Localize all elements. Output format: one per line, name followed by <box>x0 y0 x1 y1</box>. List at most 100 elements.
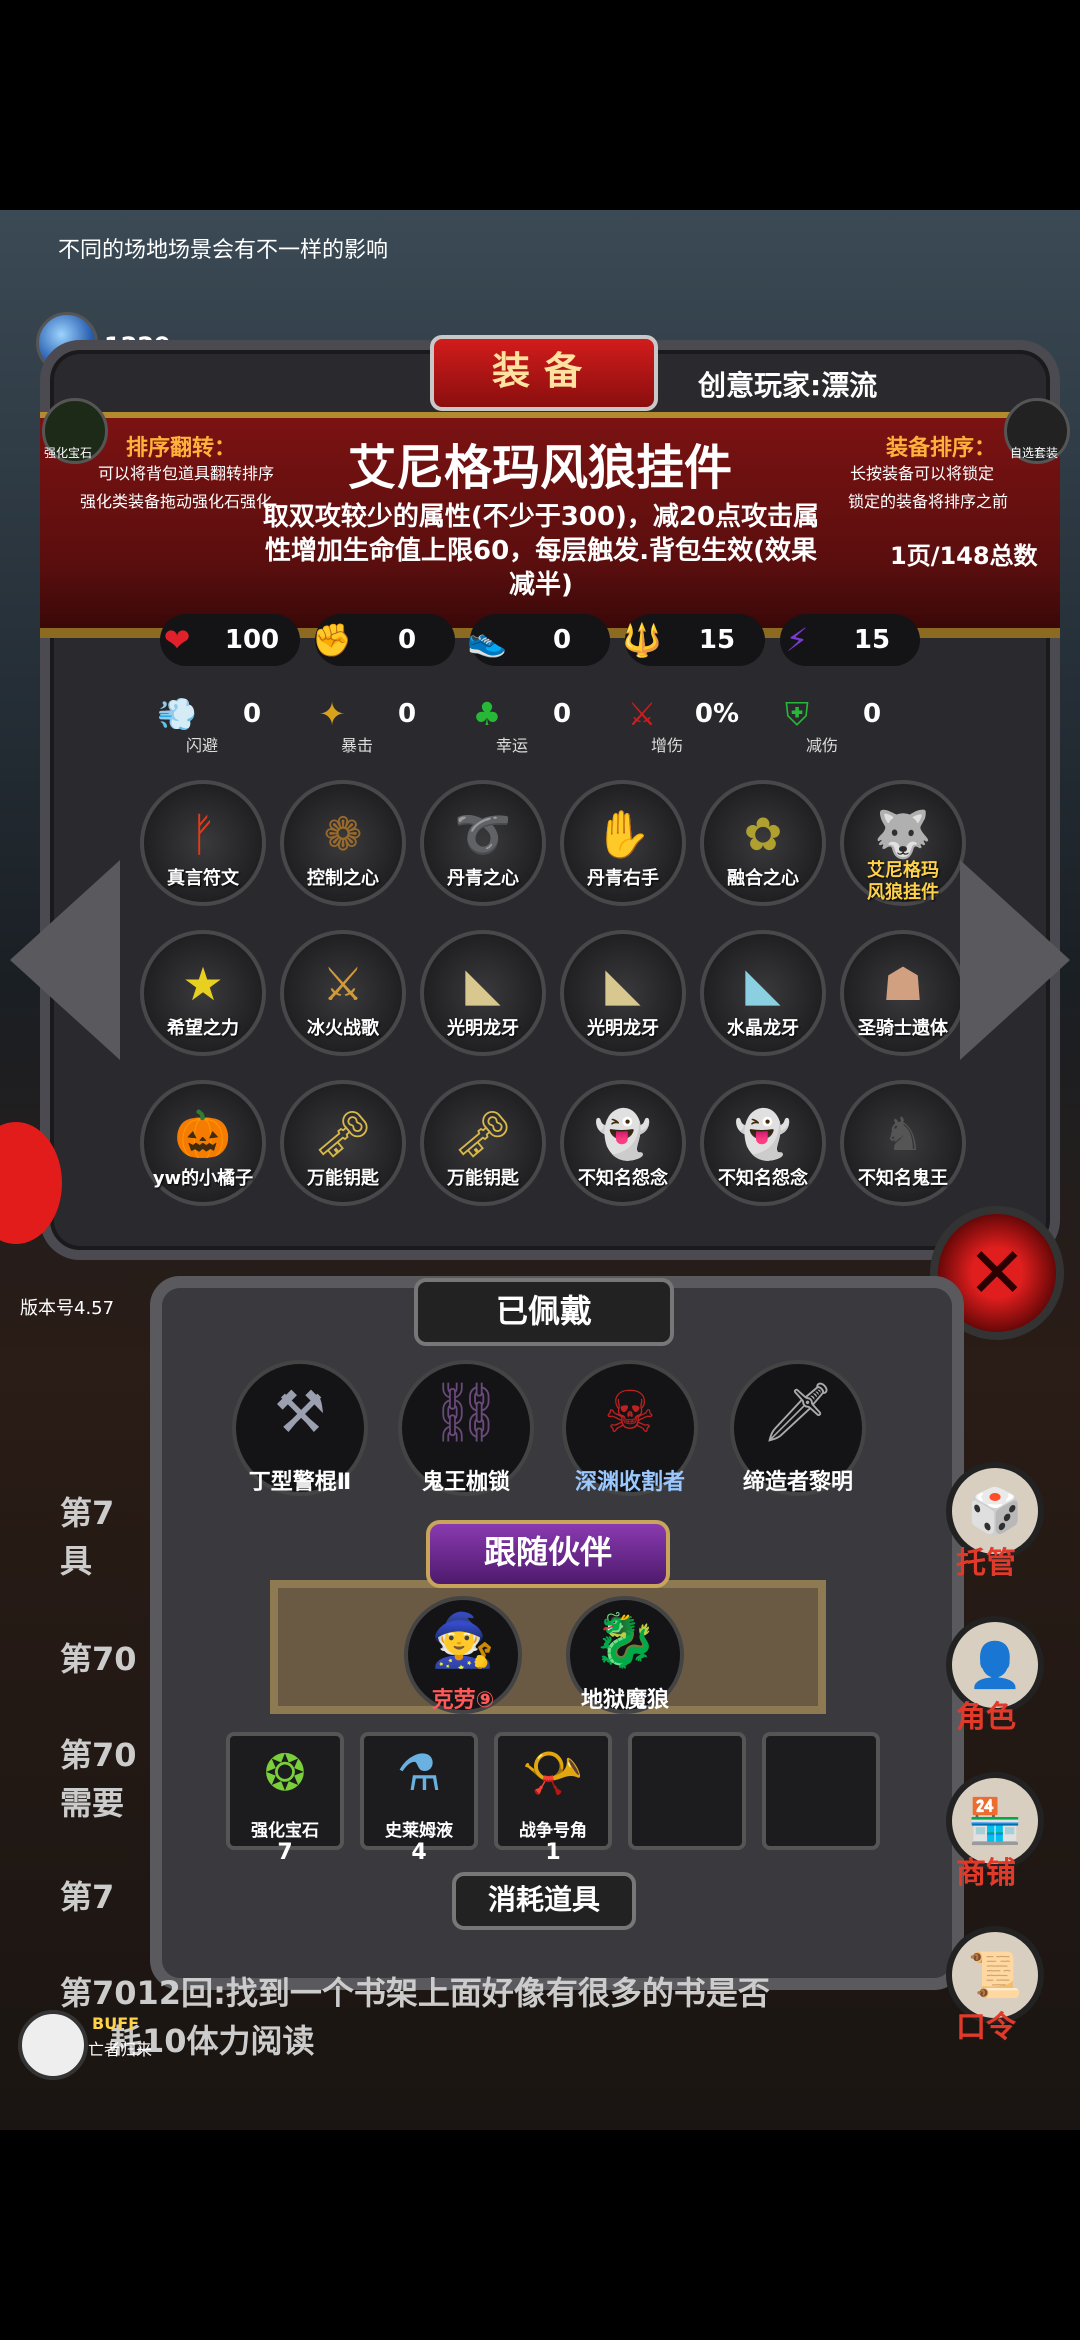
equipment-slot[interactable]: ➰ 丹青之心 <box>420 780 546 906</box>
consumable-slot[interactable]: ⚗ 史莱姆液 4 <box>360 1732 478 1865</box>
substat-label: 增伤 <box>651 736 684 755</box>
buff-subtitle: 亡者归来 <box>88 2040 153 2059</box>
story-line4: 第7 <box>60 1878 115 1916</box>
equipment-slot[interactable]: ᚠ 真言符文 <box>140 780 266 906</box>
substat-1: ✦ 0 <box>315 688 455 740</box>
equipment-slot[interactable]: 👻 不知名怨念 <box>700 1080 826 1206</box>
side-menu-label: 托管 <box>956 1546 1016 1581</box>
stat-0: ❤ 100 <box>160 614 300 666</box>
equipment-item-icon: ★ <box>182 957 224 1011</box>
substat-4: ⛨ 0 <box>780 688 920 740</box>
stat-value: 0 <box>397 625 417 655</box>
equipment-slot[interactable]: ✋ 丹青右手 <box>560 780 686 906</box>
equipment-item-name: 不知名怨念 <box>718 1168 808 1189</box>
consumable-slot[interactable] <box>762 1732 880 1850</box>
equipment-slot[interactable]: 👻 不知名怨念 <box>560 1080 686 1206</box>
side-menu-label: 商铺 <box>956 1856 1016 1891</box>
companion-icon: 🐉 <box>592 1611 658 1671</box>
equipment-item-icon: ᚠ <box>189 807 217 861</box>
equipment-item-icon: ✿ <box>743 807 783 861</box>
substat-0: 💨 0 <box>157 688 300 740</box>
equipment-slot[interactable]: ☗ 圣骑士遗体 <box>840 930 966 1056</box>
heart-icon: ❤ <box>163 621 191 659</box>
magic-staff-icon: 🔱 <box>622 621 662 659</box>
equipment-item-name: yw的小橘子 <box>152 1168 254 1189</box>
consumable-name: 史莱姆液 <box>385 1821 453 1841</box>
consumable-icon: ⚗ <box>396 1744 442 1802</box>
companion-icon: 🧙 <box>430 1611 496 1671</box>
substat-2: ♣ 0 <box>470 688 610 740</box>
equipment-item-name: 丹青右手 <box>587 868 659 889</box>
companion-name: 克劳⑨ <box>431 1688 495 1713</box>
prev-page-arrow[interactable] <box>10 860 120 1060</box>
companion-slot[interactable]: 🧙 克劳⑨ <box>404 1596 522 1714</box>
sort-flip-title: 排序翻转： <box>126 436 237 461</box>
stat-value: 15 <box>698 625 736 655</box>
substat-label: 闪避 <box>186 736 219 755</box>
panel-title: 装备 <box>430 335 658 411</box>
side-menu-icon: 👤 <box>967 1640 1023 1691</box>
equipment-item-icon: 🎃 <box>174 1106 232 1161</box>
consumable-icon <box>652 1744 722 1814</box>
page-info: 1页/148总数 <box>890 542 1038 570</box>
close-icon: ✕ <box>967 1232 1027 1314</box>
story-line2: 第70 <box>60 1640 137 1678</box>
equipment-slot[interactable]: ◣ 光明龙牙 <box>560 930 686 1056</box>
worn-item-slot[interactable]: ☠ 深渊收割者 <box>562 1360 698 1496</box>
equipment-item-icon: 👻 <box>734 1106 792 1161</box>
consumable-slot[interactable]: 📯 战争号角 1 <box>494 1732 612 1865</box>
equipment-item-icon: ❁ <box>323 807 363 861</box>
worn-item-name: 深渊收割者 <box>574 1470 685 1495</box>
substat-label: 减伤 <box>806 736 839 755</box>
worn-title: 已佩戴 <box>414 1278 674 1346</box>
equipment-slot[interactable]: ◣ 水晶龙牙 <box>700 930 826 1056</box>
worn-item-slot[interactable]: ⚒ 丁型警棍Ⅱ <box>232 1360 368 1496</box>
equipment-slot[interactable]: ♞ 不知名鬼王 <box>840 1080 966 1206</box>
buff-skull-icon[interactable] <box>18 2010 88 2080</box>
equipment-slot[interactable]: ◣ 光明龙牙 <box>420 930 546 1056</box>
story-line5: 第7012回:找到一个书架上面好像有很多的书是否 <box>60 1974 770 2012</box>
selected-item-description: 取双攻较少的属性(不少于300)，减20点攻击属性增加生命值上限60，每层触发.… <box>262 502 820 600</box>
equipment-item-name: 希望之力 <box>167 1018 239 1039</box>
equipment-item-name: 光明龙牙 <box>447 1018 519 1039</box>
equipment-item-name: 真言符文 <box>167 868 239 889</box>
equipment-slot[interactable]: 🗝 万能钥匙 <box>420 1080 546 1206</box>
story-line1b: 具 <box>60 1542 93 1580</box>
companion-slot[interactable]: 🐉 地狱魔狼 <box>566 1596 684 1714</box>
player-label: 创意玩家:漂流 <box>698 369 878 402</box>
equipment-item-icon: ➰ <box>454 806 512 861</box>
equipment-item-name: 艾尼格玛 风狼挂件 <box>867 860 939 903</box>
buff-title: BUFF <box>92 2014 140 2033</box>
consumable-slot[interactable]: ❂ 强化宝石 7 <box>226 1732 344 1865</box>
equipment-item-icon: ☗ <box>882 957 924 1011</box>
equipment-slot[interactable]: ✿ 融合之心 <box>700 780 826 906</box>
sort-flip-icon-label: 强化宝石 <box>44 446 93 460</box>
worn-item-slot[interactable]: ⛓ 鬼王枷锁 <box>398 1360 534 1496</box>
equipment-item-icon: ♞ <box>882 1107 924 1161</box>
consumable-icon: 📯 <box>521 1744 585 1802</box>
equipment-slot[interactable]: ❁ 控制之心 <box>280 780 406 906</box>
equipment-slot[interactable]: ⚔ 冰火战歌 <box>280 930 406 1056</box>
worn-item-slot[interactable]: 🗡 缔造者黎明 <box>730 1360 866 1496</box>
equipment-slot[interactable]: 🎃 yw的小橘子 <box>140 1080 266 1206</box>
story-line3a: 第70 <box>60 1736 137 1774</box>
worn-item-name: 鬼王枷锁 <box>421 1470 510 1495</box>
substat-label: 幸运 <box>496 736 529 755</box>
consumable-count: 7 <box>277 1840 293 1865</box>
equipment-slot[interactable]: 🗝 万能钥匙 <box>280 1080 406 1206</box>
consumable-count: 1 <box>545 1840 561 1865</box>
auto-set-icon-label: 自选套装 <box>1010 446 1059 460</box>
next-page-arrow[interactable] <box>960 860 1070 1060</box>
side-menu-icon: 🎲 <box>967 1486 1023 1537</box>
equipment-slot[interactable]: 🐺 艾尼格玛 风狼挂件 <box>840 780 966 906</box>
equipment-item-name: 水晶龙牙 <box>727 1018 799 1039</box>
side-menu-icon: 📜 <box>967 1950 1023 2001</box>
stat-3: 🔱 15 <box>622 614 765 666</box>
worn-item-name: 缔造者黎明 <box>742 1470 853 1495</box>
consumable-slot[interactable] <box>628 1732 746 1850</box>
equipment-item-name: 控制之心 <box>307 868 379 889</box>
worn-item-icon: 🗡 <box>761 1378 835 1446</box>
equipment-item-icon: 🗝 <box>313 1106 373 1161</box>
equipment-slot[interactable]: ★ 希望之力 <box>140 930 266 1056</box>
stat-value: 0 <box>552 625 572 655</box>
